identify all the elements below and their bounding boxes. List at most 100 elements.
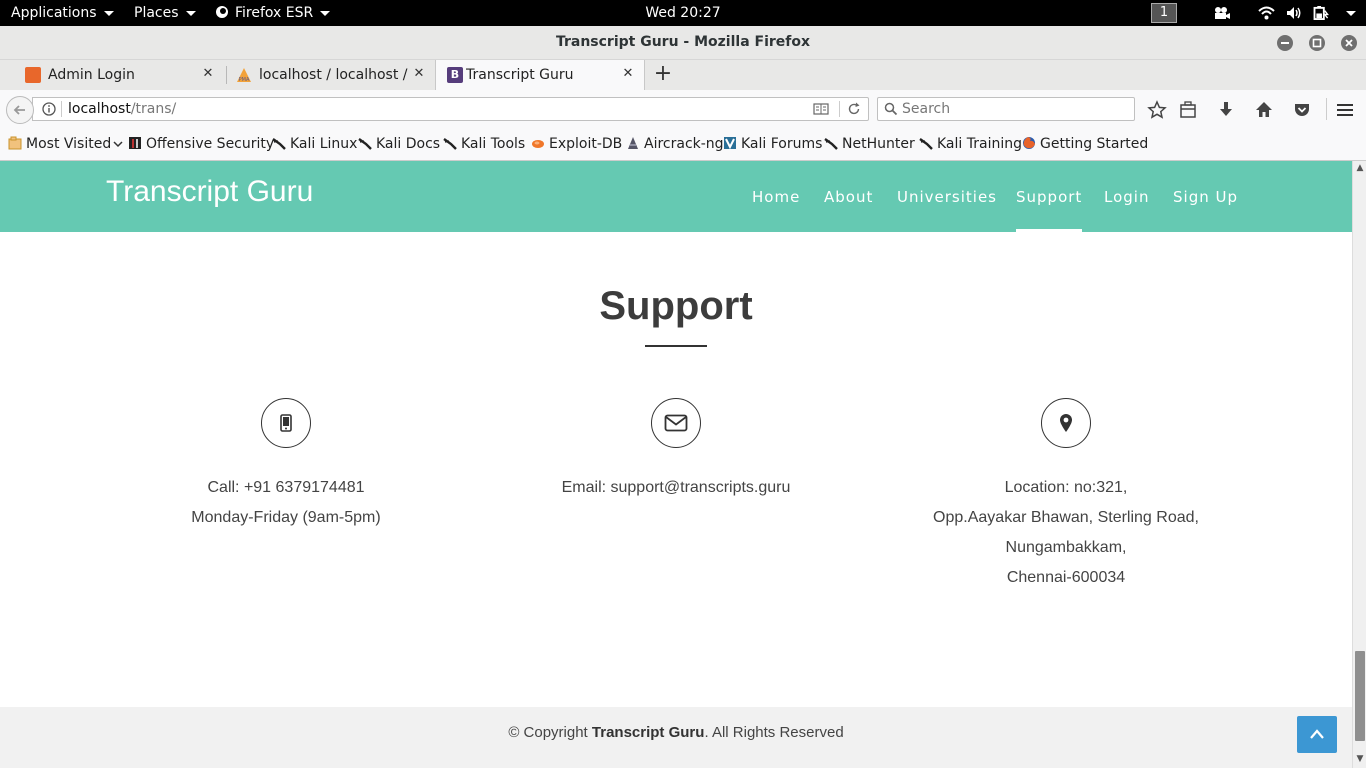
nav-about[interactable]: About — [824, 161, 873, 232]
url-divider — [61, 101, 62, 117]
hamburger-menu-icon[interactable] — [1335, 100, 1355, 120]
site-footer: © Copyright Transcript Guru. All Rights … — [0, 707, 1352, 768]
firefox-app-icon — [216, 6, 228, 18]
search-placeholder: Search — [902, 101, 951, 117]
home-icon[interactable] — [1254, 100, 1274, 120]
url-text[interactable]: localhost/trans/ — [68, 98, 176, 120]
nav-home[interactable]: Home — [752, 161, 800, 232]
caret-down-icon — [103, 10, 114, 16]
kali-forums-icon — [724, 137, 736, 150]
page-viewport: Transcript Guru Home About Universities … — [0, 161, 1352, 768]
bookmark-kali-docs[interactable]: Kali Docs — [358, 128, 440, 161]
call-icon-circle — [261, 398, 311, 448]
bookmark-label: Most Visited — [26, 136, 112, 152]
minimize-button[interactable] — [1277, 35, 1293, 51]
bookmarks-toolbar: Most Visited Offensive Security Kali Lin… — [0, 128, 1366, 161]
pocket-icon[interactable] — [1292, 100, 1312, 120]
tab-phpmyadmin[interactable]: PMA localhost / localhost /... ✕ — [225, 60, 435, 90]
maximize-icon — [1312, 38, 1322, 48]
search-bar[interactable]: Search — [877, 97, 1135, 121]
bookmark-kali-linux[interactable]: Kali Linux — [272, 128, 357, 161]
tab-transcript-guru[interactable]: B Transcript Guru ✕ — [435, 60, 645, 90]
bookmark-kali-tools[interactable]: Kali Tools — [443, 128, 525, 161]
bookmark-aircrack-ng[interactable]: Aircrack-ng — [626, 128, 724, 161]
call-info: Call: +91 6379174481 Monday-Friday (9am-… — [86, 398, 486, 533]
folder-icon — [8, 136, 22, 150]
nav-sign-up[interactable]: Sign Up — [1173, 161, 1238, 232]
email-icon-circle — [651, 398, 701, 448]
video-camera-icon[interactable] — [1213, 6, 1231, 20]
bookmark-star-icon[interactable] — [1147, 100, 1167, 120]
nav-support[interactable]: Support — [1016, 161, 1083, 232]
workspace-indicator[interactable]: 1 — [1151, 3, 1177, 23]
site-header: Transcript Guru Home About Universities … — [0, 161, 1352, 232]
offsec-icon — [129, 137, 141, 149]
bookmark-label: Kali Forums — [741, 136, 823, 152]
bookmark-kali-forums[interactable]: Kali Forums — [723, 128, 822, 161]
svg-text:PMA: PMA — [239, 77, 250, 83]
scroll-down-arrow-icon[interactable]: ▼ — [1355, 754, 1365, 764]
back-button[interactable] — [6, 96, 34, 124]
bookmark-label: Exploit-DB — [549, 136, 623, 152]
bookmark-offensive-security[interactable]: Offensive Security — [128, 128, 274, 161]
bookmark-label: Offensive Security — [146, 136, 275, 152]
tab-admin-login[interactable]: Admin Login ✕ — [14, 60, 224, 90]
firefox-app-menu[interactable]: Firefox ESR — [215, 0, 331, 26]
copyright-suffix: . All Rights Reserved — [704, 724, 844, 741]
chevron-down-icon — [113, 141, 123, 148]
tab-close-icon[interactable]: ✕ — [620, 66, 636, 82]
kali-dragon-icon — [443, 138, 457, 150]
minimize-icon — [1281, 42, 1289, 44]
caret-down-icon — [185, 10, 196, 16]
location-line-3: Nungambakkam, — [1005, 539, 1127, 556]
maximize-button[interactable] — [1309, 35, 1325, 51]
bookmark-most-visited[interactable]: Most Visited — [8, 128, 123, 161]
places-label: Places — [134, 5, 179, 21]
bookmark-label: Getting Started — [1040, 136, 1149, 152]
new-tab-button[interactable]: + — [652, 63, 674, 86]
volume-icon[interactable] — [1286, 6, 1303, 20]
site-brand[interactable]: Transcript Guru — [106, 175, 313, 209]
email-info: Email: support@transcripts.guru — [476, 398, 876, 503]
location-line-2: Opp.Aayakar Bhawan, Sterling Road, — [933, 509, 1199, 526]
bookmark-nethunter[interactable]: NetHunter — [824, 128, 915, 161]
download-icon[interactable] — [1216, 100, 1236, 120]
battery-icon[interactable] — [1313, 6, 1330, 20]
system-menu-caret-icon[interactable] — [1346, 11, 1356, 16]
mobile-icon — [280, 414, 292, 432]
bookmark-label: Aircrack-ng — [644, 136, 724, 152]
bootstrap-favicon-icon: B — [447, 67, 463, 83]
nav-universities[interactable]: Universities — [897, 161, 997, 232]
toolbar-divider — [1326, 98, 1327, 120]
library-icon[interactable] — [1178, 100, 1198, 120]
url-bar[interactable]: localhost/trans/ — [32, 97, 869, 121]
site-info-icon[interactable] — [42, 102, 56, 116]
chevron-up-icon — [1310, 729, 1324, 739]
bookmark-label: Kali Linux — [290, 136, 358, 152]
reload-icon[interactable] — [847, 102, 861, 116]
back-to-top-button[interactable] — [1297, 716, 1337, 753]
close-window-button[interactable] — [1341, 35, 1357, 51]
tab-close-icon[interactable]: ✕ — [411, 66, 427, 82]
tab-close-icon[interactable]: ✕ — [200, 66, 216, 82]
title-underline — [645, 345, 707, 347]
nav-login[interactable]: Login — [1104, 161, 1149, 232]
bookmark-exploit-db[interactable]: Exploit-DB — [531, 128, 622, 161]
places-menu[interactable]: Places — [134, 0, 196, 26]
firefox-icon — [1023, 137, 1035, 149]
applications-menu[interactable]: Applications — [11, 0, 114, 26]
page-scrollbar[interactable]: ▲ ▼ — [1352, 161, 1366, 768]
wifi-icon[interactable] — [1258, 6, 1275, 20]
bookmark-getting-started[interactable]: Getting Started — [1022, 128, 1148, 161]
bookmark-kali-training[interactable]: Kali Training — [919, 128, 1022, 161]
scrollbar-thumb[interactable] — [1355, 651, 1365, 741]
firefox-app-label: Firefox ESR — [235, 5, 314, 21]
reader-view-icon[interactable] — [813, 102, 829, 116]
scroll-up-arrow-icon[interactable]: ▲ — [1355, 163, 1365, 173]
tab-bar: Admin Login ✕ PMA localhost / localhost … — [0, 60, 1366, 90]
location-line-4: Chennai-600034 — [1006, 569, 1126, 586]
location-icon-circle — [1041, 398, 1091, 448]
kali-dragon-icon — [824, 138, 838, 150]
xampp-favicon-icon — [25, 67, 41, 83]
window-title-bar[interactable]: Transcript Guru - Mozilla Firefox — [0, 26, 1366, 60]
